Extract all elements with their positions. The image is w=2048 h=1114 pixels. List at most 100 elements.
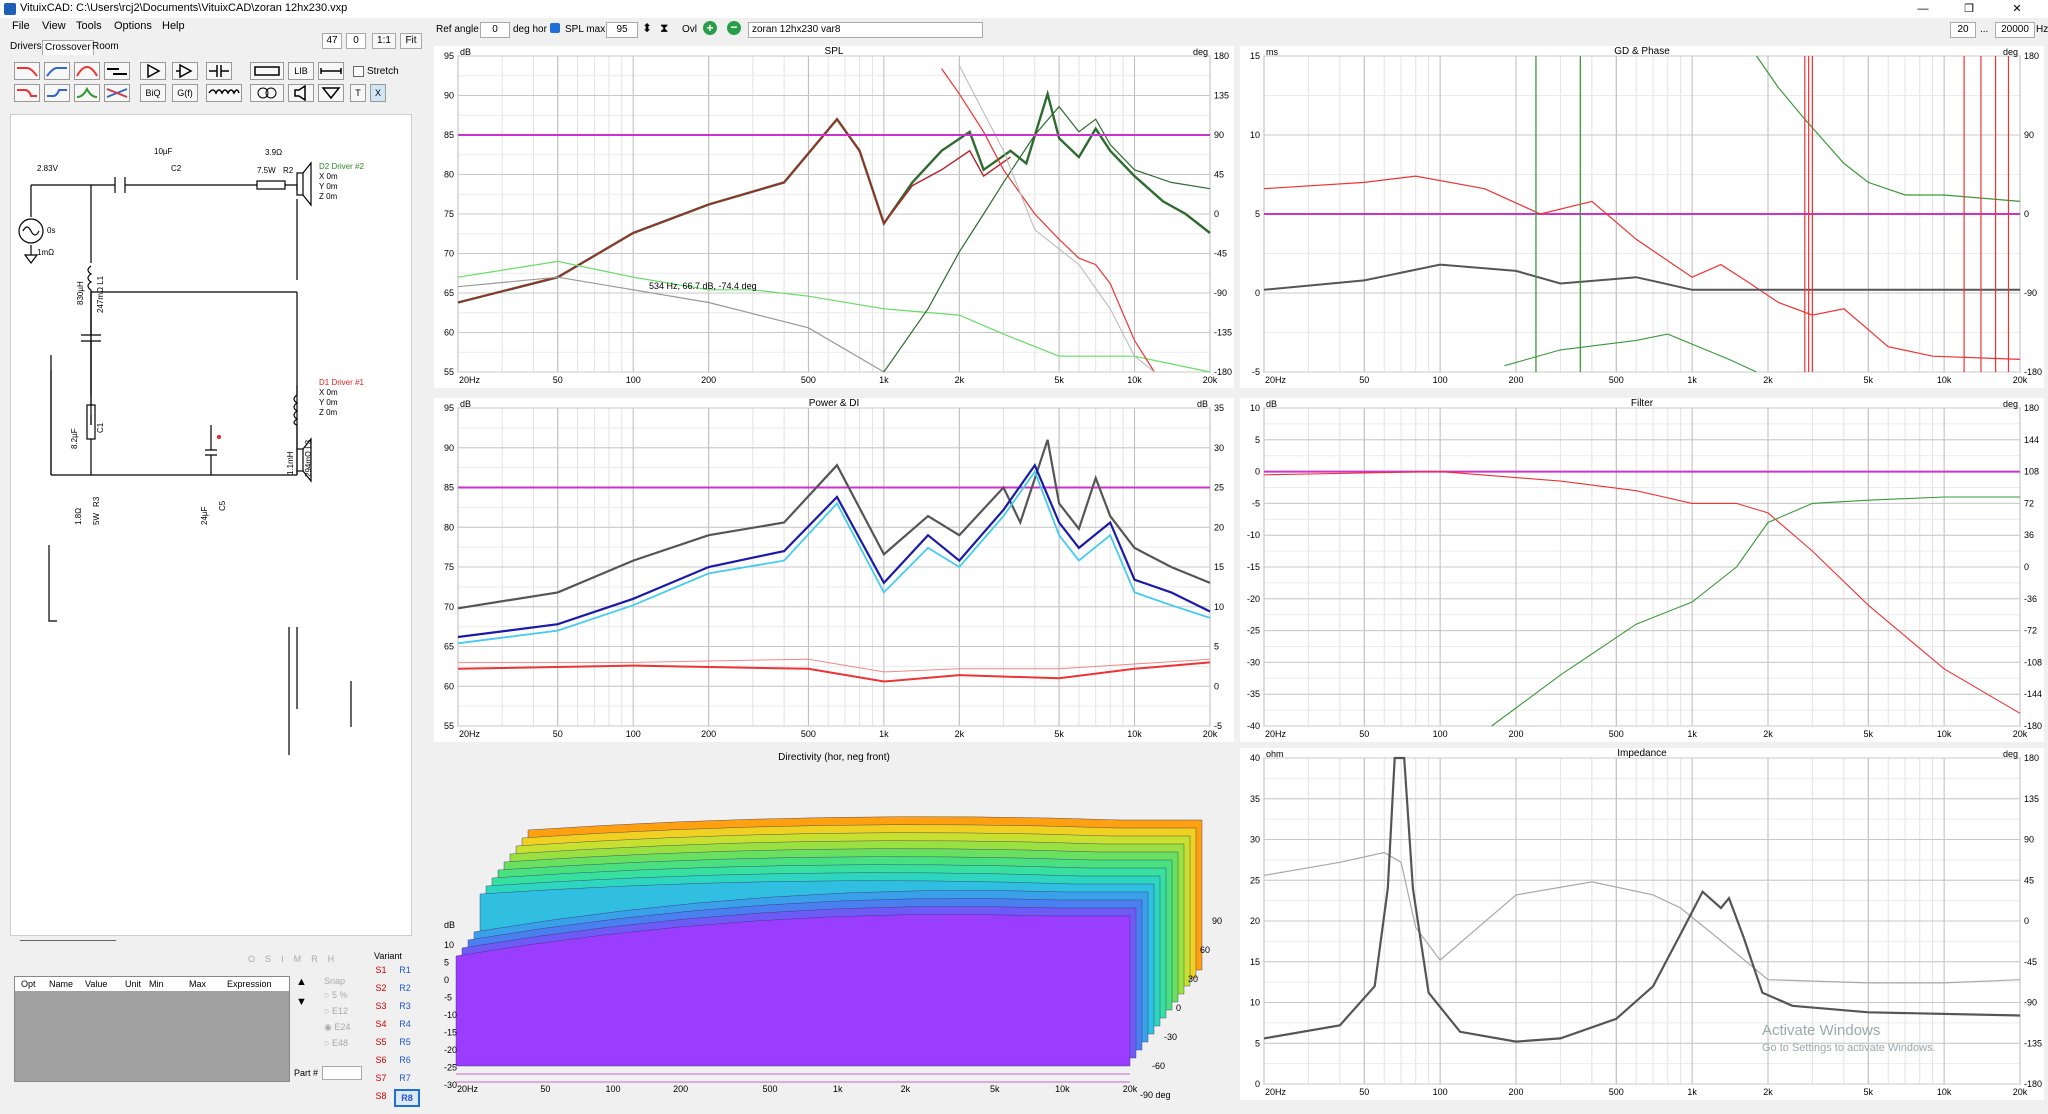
opt-i-button[interactable]: I [281,954,284,964]
opt-m-button[interactable]: M [294,954,302,964]
variant-r2[interactable]: R2 [394,981,416,995]
variant-s8[interactable]: S8 [370,1089,392,1103]
opt-h-button[interactable]: H [328,954,335,964]
ground-icon[interactable] [318,84,344,102]
menu-tools[interactable]: Tools [76,20,102,32]
text-tool-button[interactable]: T [350,84,366,102]
y-tick-label: -5 [1252,498,1260,508]
maximize-button[interactable]: ❐ [1946,0,1992,18]
add-overlay-icon[interactable]: + [703,21,717,35]
ovl-label: Ovl [682,24,697,35]
hourglass-icon[interactable]: ⧗ [660,21,668,36]
variant-s7[interactable]: S7 [370,1071,392,1085]
freq-min-input[interactable]: 20 [1950,22,1976,38]
opt-o-button[interactable]: O [248,954,255,964]
variant-s6[interactable]: S6 [370,1053,392,1067]
variant-r1[interactable]: R1 [394,963,416,977]
lowpass-filter-icon[interactable] [14,62,40,80]
y-tick-label: 0 [1255,467,1260,477]
variant-r5[interactable]: R5 [394,1035,416,1049]
filter-chart[interactable]: 20Hz 50 100 200 500 1k 2k 5k 10k 20k 10 5 0 -5 -10 -15-… [1240,398,2044,742]
tab-drivers[interactable]: Drivers [8,40,44,54]
parts-table[interactable]: Opt Name Value Unit Min Max Expression [14,976,290,1082]
snap-e12[interactable]: ○ E12 [324,1006,348,1016]
menu-file[interactable]: File [12,20,30,32]
move-up-icon[interactable]: ▲ [296,976,307,988]
crossover-icon[interactable] [104,84,130,102]
gd-phase-chart[interactable]: 20Hz 50 100 200 500 1k 2k 5k 10k 20k 15 10 5 0 -5 180 90… [1240,46,2044,388]
transformer-icon[interactable] [250,84,284,102]
y2-tick-label: -90 [2024,288,2037,298]
y-tick-label: 40 [1250,753,1260,763]
overlay-name-field[interactable]: zoran 12hx230 var8 [748,22,983,38]
menu-help[interactable]: Help [162,20,185,32]
zoom-1to1-button[interactable]: 1:1 [372,33,396,49]
spl-max-checkbox[interactable] [550,23,560,33]
x-tick-label: 2k [1763,375,1773,385]
variant-r7[interactable]: R7 [394,1071,416,1085]
peaking-eq-icon[interactable] [74,84,100,102]
bandpass-filter-icon[interactable] [74,62,100,80]
transfer-function-button[interactable]: G(f) [172,84,198,102]
driver1-name[interactable]: D1 Driver #1 [319,378,364,387]
variant-r4[interactable]: R4 [394,1017,416,1031]
spl-max-input[interactable]: 95 [606,22,638,38]
variant-r6[interactable]: R6 [394,1053,416,1067]
variant-r8-active[interactable]: R8 [394,1089,420,1107]
move-down-icon[interactable]: ▼ [296,996,307,1008]
menu-view[interactable]: View [42,20,66,32]
gain-icon[interactable] [172,62,198,80]
minimize-button[interactable]: — [1900,0,1946,18]
app-icon [4,3,16,15]
wire-icon[interactable] [318,62,344,80]
variant-r3[interactable]: R3 [394,999,416,1013]
angle-tick-label: 90 [1212,916,1222,926]
x-tick-label: 1k [879,729,889,739]
snap-5pct[interactable]: ○ 5 % [324,990,347,1000]
freq-max-input[interactable]: 20000 [1995,22,2035,38]
opt-s-button[interactable]: S [265,954,271,964]
crossover-schematic[interactable]: 2.83V 0s 1mΩ 10µF C2 3.9Ω 7.5W R2 830µH … [10,114,412,936]
variant-s5[interactable]: S5 [370,1035,392,1049]
schematic-scrollbar[interactable] [20,940,116,941]
directivity-chart[interactable]: Directivity (hor, neg front) dB 10 5 0 -5 -10-… [434,748,1234,1100]
inductor-icon[interactable] [206,84,242,102]
variant-s4[interactable]: S4 [370,1017,392,1031]
spl-chart[interactable]: 20Hz 50 100 200 500 1k 2k 5k 10k 20k 95 90 85 80 75 70 6… [434,46,1234,388]
capacitor-icon[interactable] [206,62,232,80]
snap-e24[interactable]: ◉ E24 [324,1022,350,1033]
ref-angle-input[interactable]: 0 [480,22,510,38]
part-number-input[interactable] [322,1066,362,1080]
close-button[interactable]: ✕ [1994,0,2040,18]
chart-title: Power & DI [809,398,860,409]
x-tick-label: 10k [1937,729,1952,739]
opt-r-button[interactable]: R [311,954,318,964]
lowpass-shelf-icon[interactable] [14,84,40,102]
variant-s2[interactable]: S2 [370,981,392,995]
zoom-field-1[interactable]: 47 [322,33,342,49]
spl-updown-icon[interactable]: ⬍ [642,21,652,35]
resistor-icon[interactable] [250,62,284,80]
buffer-icon[interactable] [140,62,166,80]
variant-s3[interactable]: S3 [370,999,392,1013]
snap-e48[interactable]: ○ E48 [324,1038,348,1048]
power-di-chart[interactable]: 20Hz 50 100 200 500 1k 2k 5k 10k 20k 95 90 85 80 75 70 6… [434,398,1234,742]
remove-overlay-icon[interactable]: − [727,21,741,35]
delete-tool-button[interactable]: X [370,84,386,102]
y-tick-label: -5 [1252,367,1260,377]
zoom-fit-button[interactable]: Fit [400,33,422,49]
y2-tick-label: 135 [2024,794,2039,804]
zoom-field-2[interactable]: 0 [346,33,366,49]
highpass-shelf-icon[interactable] [44,84,70,102]
driver2-name[interactable]: D2 Driver #2 [319,162,364,171]
speaker-icon[interactable] [288,84,314,102]
highpass-filter-icon[interactable] [44,62,70,80]
tab-room[interactable]: Room [90,40,121,54]
allpass-filter-icon[interactable] [104,62,130,80]
lib-button[interactable]: LIB [288,62,314,80]
tab-crossover[interactable]: Crossover [42,40,94,55]
variant-s1[interactable]: S1 [370,963,392,977]
stretch-checkbox[interactable] [353,66,364,77]
biquad-button[interactable]: BiQ [140,84,166,102]
menu-options[interactable]: Options [114,20,152,32]
